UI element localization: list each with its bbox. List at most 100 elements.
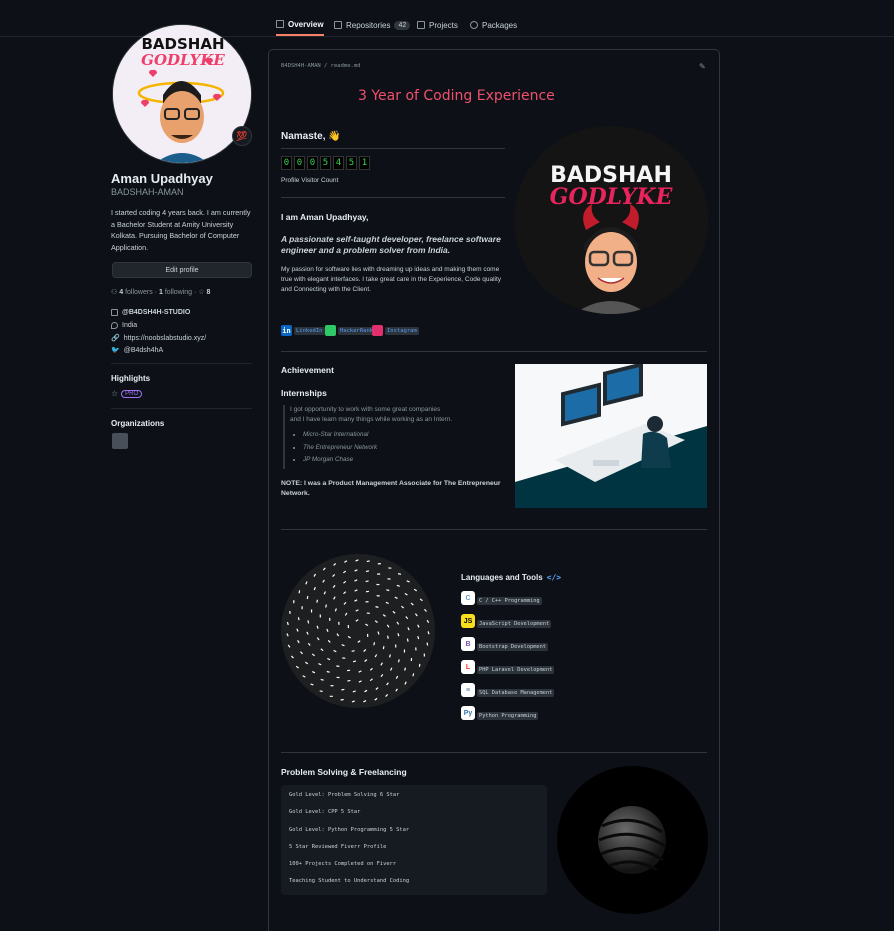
- org-avatar[interactable]: [112, 433, 128, 449]
- list-item: Micro-Star International: [303, 429, 508, 442]
- hackerrank-badge[interactable]: HackerRank: [325, 324, 376, 337]
- languages-heading: Languages and Tools </>: [461, 573, 562, 582]
- profile-full-name: Aman Upadhyay: [111, 171, 213, 186]
- section-divider: [281, 351, 707, 352]
- highlights-heading: Highlights: [111, 374, 151, 383]
- sidebar-divider: [111, 408, 252, 409]
- instagram-icon: [372, 325, 383, 336]
- tab-repositories[interactable]: Repositories 42: [334, 14, 411, 36]
- code-line: Gold Level: CPP 5 Star: [289, 809, 361, 816]
- followers-link[interactable]: 4 followers: [119, 289, 152, 296]
- repo-count-badge: 42: [394, 20, 411, 30]
- svg-text:GODLYKE: GODLYKE: [550, 184, 674, 210]
- visitor-count-label: Profile Visitor Count: [281, 177, 339, 184]
- badshah-logo-image: BADSHAH GODLYKE: [514, 126, 708, 314]
- language-label: SQL Database Management: [477, 689, 555, 697]
- tab-projects[interactable]: Projects: [417, 14, 458, 36]
- avatar[interactable]: BADSHAH GODLYKE: [112, 24, 252, 164]
- readme-breadcrumb[interactable]: B4DSH4H-AMAN / readme.md: [281, 63, 360, 69]
- spiral-animation-image: [281, 554, 435, 708]
- edit-pencil-icon[interactable]: ✎: [699, 62, 706, 71]
- pro-badge: PRO: [121, 389, 143, 398]
- company-list: Micro-Star International The Entrepreneu…: [290, 429, 508, 467]
- profile-username: BADSHAH-AMAN: [111, 187, 184, 197]
- tab-packages[interactable]: Packages: [470, 14, 517, 36]
- location-icon: [111, 322, 118, 329]
- language-logo-icon: L: [461, 660, 475, 674]
- language-badge: L PHP Laravel Development: [461, 660, 555, 674]
- twitter-icon: 🐦: [111, 347, 120, 354]
- repo-icon: [334, 21, 342, 29]
- code-line: Gold Level: Problem Solving 6 Star: [289, 792, 400, 798]
- link-icon: 🔗: [111, 335, 120, 342]
- profile-bio: I started coding 4 years back. I am curr…: [111, 208, 251, 252]
- status-badge[interactable]: 💯: [232, 126, 252, 146]
- code-line: 100+ Projects Completed on Fiverr: [289, 861, 397, 868]
- edit-profile-button[interactable]: Edit profile: [112, 262, 252, 278]
- language-badge: CC / C++ Programming: [461, 591, 542, 605]
- location-info: India: [111, 322, 137, 329]
- building-icon: [111, 309, 118, 316]
- star-icon: ☆: [198, 289, 205, 296]
- internship-quote: I got opportunity to work with some grea…: [283, 405, 508, 469]
- achievement-heading: Achievement: [281, 365, 334, 375]
- language-label: Bootstrap Development: [477, 643, 548, 651]
- people-icon: ⚇: [111, 289, 118, 296]
- section-divider: [281, 529, 707, 530]
- language-label: JavaScript Development: [477, 620, 552, 628]
- stars-link[interactable]: ☆ 8: [198, 289, 210, 296]
- language-label: Python Programming: [477, 712, 539, 720]
- linkedin-badge[interactable]: in LinkedIn: [281, 324, 325, 337]
- list-item: JP Morgan Chase: [303, 454, 508, 467]
- language-badge: B Bootstrap Development: [461, 637, 548, 651]
- tab-overview[interactable]: Overview: [276, 14, 324, 36]
- avatar-illustration: BADSHAH GODLYKE: [113, 25, 251, 163]
- intro-paragraph: My passion for software lies with dreami…: [281, 266, 502, 293]
- section-divider: [281, 752, 707, 753]
- list-item: The Entrepreneur Network: [303, 442, 508, 455]
- organizations-heading: Organizations: [111, 419, 165, 428]
- linkedin-icon: in: [281, 325, 292, 336]
- visitor-counter: 0005451: [281, 156, 370, 170]
- language-logo-icon: ≡: [461, 683, 475, 697]
- pro-highlight: ☆ PRO: [111, 389, 143, 398]
- language-badge: ≡ SQL Database Management: [461, 683, 555, 697]
- namaste-heading: Namaste, 👋: [281, 131, 341, 142]
- language-label: PHP Laravel Development: [477, 666, 555, 674]
- org-info[interactable]: @B4DSH4H-STUDIO: [111, 309, 190, 316]
- website-link[interactable]: 🔗 https://noobslabstudio.xyz/: [111, 334, 206, 343]
- intro-tagline: A passionate self-taught developer, free…: [281, 234, 501, 255]
- language-logo-icon: Py: [461, 706, 475, 720]
- language-label: C / C++ Programming: [477, 597, 542, 605]
- language-logo-icon: B: [461, 637, 475, 651]
- intro-heading: I am Aman Upadhyay,: [281, 212, 369, 222]
- sidebar-divider: [111, 363, 252, 364]
- readme-title: 3 Year of Coding Experience: [358, 88, 555, 104]
- instagram-badge[interactable]: Instagram: [372, 324, 419, 337]
- code-line: Teaching Student to Understand Coding: [289, 878, 410, 885]
- achievements-codeblock: Gold Level: Problem Solving 6 Star Gold …: [281, 785, 547, 895]
- package-icon: [470, 21, 478, 29]
- code-icon: </>: [546, 573, 562, 582]
- follow-stats: ⚇ 4 followers · 1 following · ☆ 8: [111, 289, 211, 296]
- language-logo-icon: JS: [461, 614, 475, 628]
- internships-heading: Internships: [281, 388, 327, 398]
- book-icon: [276, 20, 284, 28]
- twitter-link[interactable]: 🐦 @B4dsh4hA: [111, 346, 163, 355]
- hackerrank-icon: [325, 325, 336, 336]
- star-icon: ☆: [111, 389, 119, 398]
- section-divider: [281, 197, 505, 198]
- language-logo-icon: C: [461, 591, 475, 605]
- code-line: 5 Star Reviewed Fiverr Profile: [289, 843, 387, 850]
- profile-tab-bar: Overview Repositories 42 Projects Packag…: [0, 0, 894, 37]
- following-link[interactable]: 1 following: [159, 289, 192, 296]
- rotating-sphere-image: [557, 766, 708, 914]
- code-line: Gold Level: Python Programming 5 Star: [289, 826, 410, 833]
- developer-desk-illustration: [515, 364, 707, 508]
- language-badge: Py Python Programming: [461, 706, 539, 720]
- language-badge: JS JavaScript Development: [461, 614, 552, 628]
- project-icon: [417, 21, 425, 29]
- problem-solving-heading: Problem Solving & Freelancing: [281, 767, 407, 777]
- note-text: NOTE: I was a Product Management Associa…: [281, 480, 501, 497]
- heading-divider: [281, 148, 505, 149]
